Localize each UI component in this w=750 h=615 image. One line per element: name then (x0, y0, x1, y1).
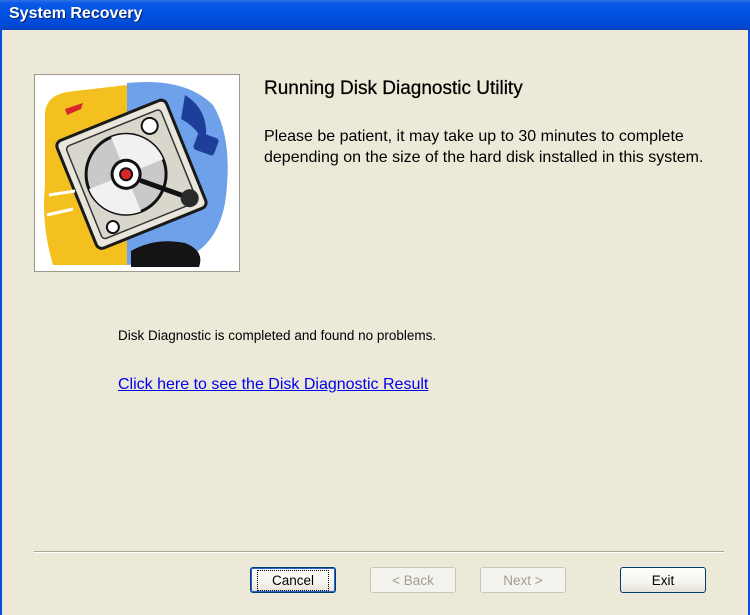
description-text: Please be patient, it may take up to 30 … (264, 128, 704, 166)
cancel-button[interactable]: Cancel (250, 567, 336, 593)
cancel-button-label: Cancel (256, 569, 330, 591)
page-heading: Running Disk Diagnostic Utility (264, 78, 523, 99)
diagnostic-result-link[interactable]: Click here to see the Disk Diagnostic Re… (118, 376, 428, 394)
exit-button-label: Exit (651, 572, 675, 588)
title-bar[interactable]: System Recovery (0, 0, 750, 30)
window-title: System Recovery (9, 5, 143, 22)
status-message: Disk Diagnostic is completed and found n… (118, 328, 437, 343)
exit-button[interactable]: Exit (620, 567, 706, 593)
button-divider (34, 551, 724, 553)
next-button-label: Next > (503, 572, 543, 588)
next-button[interactable]: Next > (480, 567, 566, 593)
hard-disk-icon (44, 81, 228, 267)
back-button[interactable]: < Back (370, 567, 456, 593)
back-button-label: < Back (392, 572, 434, 588)
hard-disk-illustration (34, 74, 240, 272)
